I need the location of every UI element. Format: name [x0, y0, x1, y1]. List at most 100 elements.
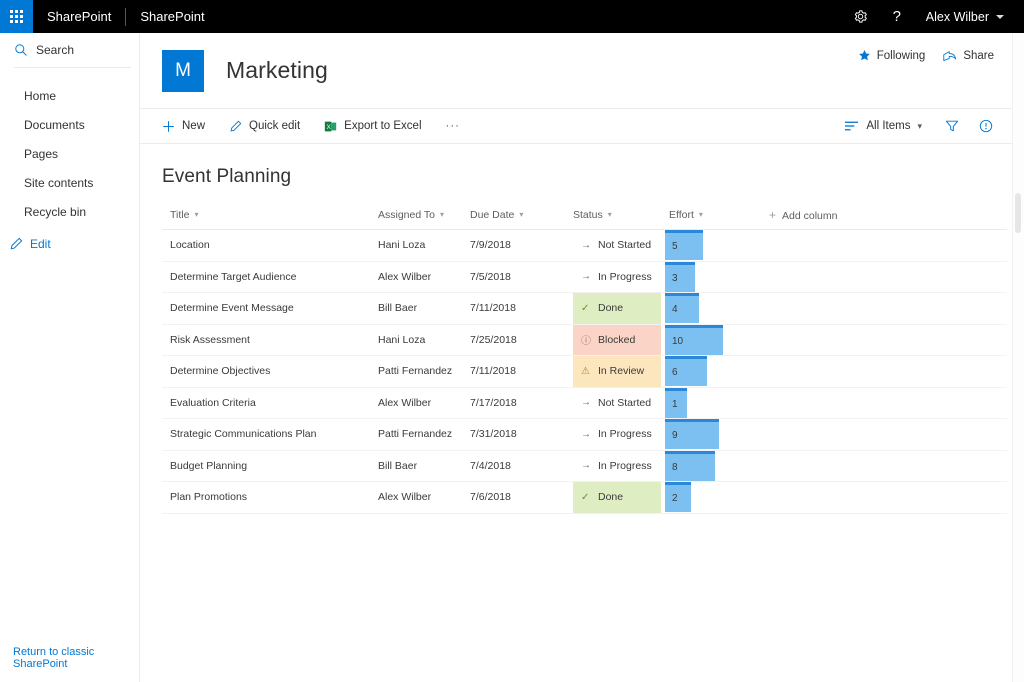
- sidebar-item-home[interactable]: Home: [0, 82, 139, 111]
- edit-label: Edit: [30, 237, 51, 251]
- cell-effort: 3: [661, 261, 761, 293]
- cell-assigned-to: Patti Fernandez: [370, 419, 462, 451]
- suite-brand-right[interactable]: SharePoint: [126, 0, 218, 33]
- sidebar-item-site-contents[interactable]: Site contents: [0, 169, 139, 198]
- overflow-menu-button[interactable]: ···: [434, 109, 473, 143]
- column-label: Effort: [669, 209, 694, 221]
- table-row[interactable]: Determine ObjectivesPatti Fernandez7/11/…: [162, 356, 1007, 388]
- effort-value: 6: [672, 367, 678, 378]
- pencil-icon: [9, 237, 23, 251]
- column-header-assigned-to[interactable]: Assigned To▾: [370, 204, 462, 230]
- info-button[interactable]: [970, 110, 1002, 142]
- status-done-icon: ✓: [581, 492, 592, 503]
- chevron-down-icon: ▾: [519, 210, 523, 219]
- cell-empty: [761, 419, 1007, 451]
- table-row[interactable]: Determine Target AudienceAlex Wilber7/5/…: [162, 261, 1007, 293]
- star-icon: [858, 49, 871, 62]
- cell-due-date: 7/11/2018: [462, 293, 565, 325]
- cell-effort: 5: [661, 230, 761, 262]
- quick-edit-button[interactable]: Quick edit: [217, 109, 312, 143]
- cell-title[interactable]: Risk Assessment: [162, 324, 370, 356]
- status-badge: →Not Started: [573, 388, 661, 419]
- column-label: Title: [170, 209, 189, 221]
- cell-effort: 9: [661, 419, 761, 451]
- cell-title[interactable]: Budget Planning: [162, 450, 370, 482]
- settings-button[interactable]: [844, 0, 878, 33]
- scrollbar-thumb[interactable]: [1015, 193, 1021, 233]
- sidebar-item-documents[interactable]: Documents: [0, 111, 139, 140]
- event-planning-table: Title▾ Assigned To▾ Due Date▾ Status▾ Ef…: [162, 204, 1007, 514]
- quick-edit-label: Quick edit: [249, 120, 300, 132]
- column-header-status[interactable]: Status▾: [565, 204, 661, 230]
- cell-title[interactable]: Evaluation Criteria: [162, 387, 370, 419]
- cell-due-date: 7/5/2018: [462, 261, 565, 293]
- cell-title[interactable]: Location: [162, 230, 370, 262]
- table-row[interactable]: Budget PlanningBill Baer7/4/2018→In Prog…: [162, 450, 1007, 482]
- effort-data-bar: 6: [665, 356, 707, 386]
- cell-effort: 6: [661, 356, 761, 388]
- status-review-icon: ⚠: [581, 366, 592, 377]
- effort-value: 2: [672, 493, 678, 504]
- table-row[interactable]: Evaluation CriteriaAlex Wilber7/17/2018→…: [162, 387, 1007, 419]
- share-button[interactable]: Share: [943, 49, 994, 62]
- help-button[interactable]: ?: [880, 0, 914, 33]
- cell-title[interactable]: Determine Objectives: [162, 356, 370, 388]
- gear-icon: [853, 9, 868, 24]
- export-to-excel-button[interactable]: X Export to Excel: [312, 109, 433, 143]
- status-label: In Progress: [598, 428, 652, 440]
- table-row[interactable]: Plan PromotionsAlex Wilber7/6/2018✓Done2: [162, 482, 1007, 514]
- table-row[interactable]: Strategic Communications PlanPatti Ferna…: [162, 419, 1007, 451]
- effort-value: 4: [672, 304, 678, 315]
- ellipsis-icon: ···: [446, 120, 461, 132]
- cell-title[interactable]: Strategic Communications Plan: [162, 419, 370, 451]
- cell-empty: [761, 261, 1007, 293]
- status-notstarted-icon: →: [581, 240, 592, 251]
- user-menu-button[interactable]: Alex Wilber: [916, 0, 1012, 33]
- status-badge: →Not Started: [573, 230, 661, 261]
- add-column-button[interactable]: +Add column: [761, 204, 1007, 230]
- cell-title[interactable]: Determine Event Message: [162, 293, 370, 325]
- cell-status: ✓Done: [565, 482, 661, 514]
- cell-effort: 4: [661, 293, 761, 325]
- table-row[interactable]: LocationHani Loza7/9/2018→Not Started5: [162, 230, 1007, 262]
- cell-status: →Not Started: [565, 230, 661, 262]
- svg-text:X: X: [327, 123, 332, 130]
- view-selector-button[interactable]: All Items ▾: [844, 109, 934, 143]
- chevron-down-icon: ▾: [699, 210, 703, 219]
- search-input[interactable]: Search: [0, 33, 139, 67]
- status-label: Not Started: [598, 397, 651, 409]
- new-button[interactable]: New: [162, 109, 217, 143]
- status-badge: ✓Done: [573, 482, 661, 513]
- column-header-title[interactable]: Title▾: [162, 204, 370, 230]
- cell-due-date: 7/17/2018: [462, 387, 565, 419]
- following-button[interactable]: Following: [858, 49, 926, 62]
- cell-due-date: 7/11/2018: [462, 356, 565, 388]
- status-badge: ⚠In Review: [573, 356, 661, 387]
- return-to-classic-link[interactable]: Return to classic SharePoint: [13, 646, 139, 670]
- cell-status: ⚠In Review: [565, 356, 661, 388]
- effort-value: 8: [672, 462, 678, 473]
- app-launcher-button[interactable]: [0, 0, 33, 33]
- column-header-effort[interactable]: Effort ▾: [661, 204, 761, 230]
- cell-assigned-to: Alex Wilber: [370, 261, 462, 293]
- nav-item-list: Home Documents Pages Site contents Recyc…: [0, 68, 139, 257]
- status-blocked-icon: ⓘ: [581, 332, 592, 347]
- command-bar: New Quick edit X Export to Excel ···: [140, 108, 1024, 144]
- filter-button[interactable]: [936, 110, 968, 142]
- plus-icon: [162, 120, 175, 133]
- cell-status: →In Progress: [565, 450, 661, 482]
- sidebar-item-recycle-bin[interactable]: Recycle bin: [0, 198, 139, 227]
- table-row[interactable]: Risk AssessmentHani Loza7/25/2018ⓘBlocke…: [162, 324, 1007, 356]
- column-header-due-date[interactable]: Due Date▾: [462, 204, 565, 230]
- chevron-down-icon: [996, 15, 1004, 19]
- cell-empty: [761, 293, 1007, 325]
- cell-title[interactable]: Determine Target Audience: [162, 261, 370, 293]
- vertical-scrollbar[interactable]: [1012, 33, 1024, 682]
- table-row[interactable]: Determine Event MessageBill Baer7/11/201…: [162, 293, 1007, 325]
- cell-title[interactable]: Plan Promotions: [162, 482, 370, 514]
- edit-navigation-button[interactable]: Edit: [0, 231, 139, 257]
- suite-brand-left[interactable]: SharePoint: [33, 0, 125, 33]
- sidebar-item-pages[interactable]: Pages: [0, 140, 139, 169]
- cell-status: →In Progress: [565, 261, 661, 293]
- cell-assigned-to: Alex Wilber: [370, 482, 462, 514]
